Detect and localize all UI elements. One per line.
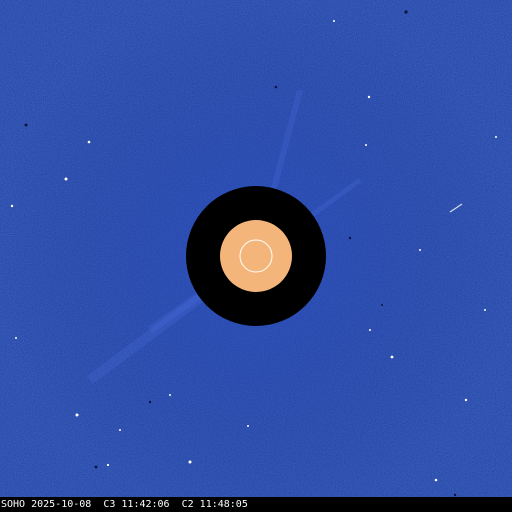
- star: [369, 329, 371, 331]
- sun-disk: [220, 220, 292, 292]
- star: [169, 394, 171, 396]
- star: [419, 249, 421, 251]
- star: [464, 398, 468, 402]
- star: [75, 413, 79, 417]
- star: [15, 337, 17, 339]
- star: [106, 463, 110, 467]
- sky-field: [0, 0, 512, 512]
- star: [10, 204, 14, 208]
- star: [367, 95, 371, 99]
- star: [119, 429, 121, 431]
- caption-bar: SOHO 2025-10-08 C3 11:42:06 C2 11:48:05: [0, 497, 512, 512]
- star: [333, 20, 335, 22]
- star: [495, 136, 497, 138]
- star: [434, 478, 438, 482]
- timestamp-caption: SOHO 2025-10-08 C3 11:42:06 C2 11:48:05: [1, 499, 248, 510]
- star: [64, 177, 68, 181]
- star: [365, 144, 367, 146]
- star: [484, 309, 486, 311]
- star: [188, 460, 192, 464]
- star: [87, 140, 91, 144]
- star: [390, 355, 394, 359]
- star: [247, 425, 249, 427]
- coronagraph-image: SOHO 2025-10-08 C3 11:42:06 C2 11:48:05: [0, 0, 512, 512]
